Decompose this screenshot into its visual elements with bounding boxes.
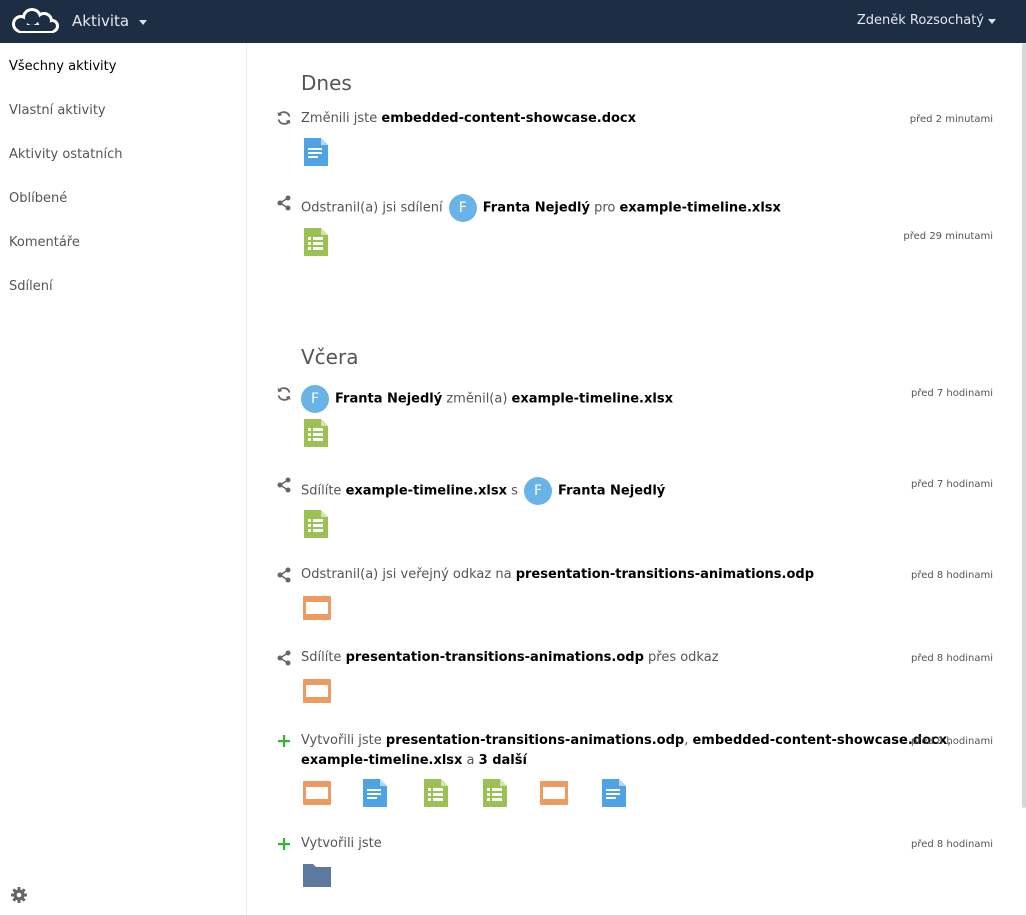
activity-timestamp: před 29 minutami xyxy=(903,231,993,242)
activity-timestamp: před 7 hodinami xyxy=(910,388,993,399)
file-link[interactable]: example-timeline.xlsx xyxy=(619,201,780,216)
chevron-down-icon xyxy=(139,19,148,25)
activity-item-text-continued: example-timeline.xlsx a 3 další xyxy=(301,751,527,771)
activity-text-part: přes odkaz xyxy=(643,650,719,665)
file-link[interactable]: embedded-content-showcase.docx xyxy=(692,733,947,748)
activity-timestamp: před 2 minutami xyxy=(909,114,993,125)
gear-icon[interactable] xyxy=(10,886,28,904)
plus-icon xyxy=(276,836,292,852)
activity-item-text: Vytvořili jste presentation-transitions-… xyxy=(301,731,951,751)
app-menu-button[interactable]: Aktivita xyxy=(72,12,148,30)
activity-text-part: Vytvořili jste xyxy=(301,836,382,851)
plus-icon xyxy=(276,733,292,749)
document-file-icon[interactable] xyxy=(602,779,630,807)
share-icon xyxy=(276,650,292,666)
chevron-down-icon xyxy=(988,19,996,24)
file-link[interactable]: example-timeline.xlsx xyxy=(512,392,673,407)
activity-item-text: Sdílíte example-timeline.xlsx s F Franta … xyxy=(301,477,665,505)
sync-icon xyxy=(276,386,292,402)
cloud-logo-icon[interactable] xyxy=(8,7,60,35)
avatar[interactable]: F xyxy=(524,477,553,505)
activity-item-text: Změnili jste embedded-content-showcase.d… xyxy=(301,109,636,129)
sidebar-item-others-activities[interactable]: Aktivity ostatních xyxy=(9,147,122,162)
share-icon xyxy=(276,477,292,493)
user-link[interactable]: Franta Nejedlý xyxy=(558,484,665,499)
activity-item-text: Sdílíte presentation-transitions-animati… xyxy=(301,648,719,668)
activity-text-part: Sdílíte xyxy=(301,650,346,665)
activity-timestamp: před 8 hodinami xyxy=(910,653,993,664)
avatar[interactable]: F xyxy=(301,385,329,413)
presentation-file-icon[interactable] xyxy=(303,679,331,707)
app-name-label: Aktivita xyxy=(72,12,130,30)
activity-stream: Dnes Změnili jste embedded-content-showc… xyxy=(247,43,1026,915)
presentation-file-icon[interactable] xyxy=(303,781,331,809)
top-header: Aktivita Zdeněk Rozsochatý xyxy=(0,0,1026,43)
avatar[interactable]: F xyxy=(448,194,477,222)
spreadsheet-file-icon[interactable] xyxy=(304,228,332,256)
activity-item-text: Odstranil(a) jsi veřejný odkaz na presen… xyxy=(301,565,814,585)
sidebar-item-comments[interactable]: Komentáře xyxy=(9,235,80,250)
file-link[interactable]: presentation-transitions-animations.odp xyxy=(386,733,684,748)
presentation-file-icon[interactable] xyxy=(540,781,568,809)
activity-text-part: Odstranil(a) jsi sdílení xyxy=(301,200,447,216)
activity-text-part: Odstranil(a) jsi veřejný odkaz na xyxy=(301,567,516,582)
activity-text-part: Vytvořili jste xyxy=(301,733,386,748)
file-link[interactable]: presentation-transitions-animations.odp xyxy=(516,567,814,582)
user-link[interactable]: Franta Nejedlý xyxy=(483,201,590,216)
activity-item-text: Vytvořili jste xyxy=(301,834,382,854)
activity-timestamp: před 8 hodinami xyxy=(910,570,993,581)
activity-timestamp: před 8 hodinami xyxy=(910,839,993,850)
sidebar-item-sharing[interactable]: Sdílení xyxy=(9,279,53,294)
activity-text-part: Změnili jste xyxy=(301,111,382,126)
spreadsheet-file-icon[interactable] xyxy=(483,779,511,807)
user-menu-button[interactable]: Zdeněk Rozsochatý xyxy=(857,13,996,28)
activity-text-part: s xyxy=(507,483,523,499)
section-title-today: Dnes xyxy=(301,71,352,95)
user-name-label: Zdeněk Rozsochatý xyxy=(856,13,984,28)
spreadsheet-file-icon[interactable] xyxy=(424,779,452,807)
share-icon xyxy=(276,567,292,583)
sidebar-nav: Všechny aktivity Vlastní aktivity Aktivi… xyxy=(0,43,247,915)
activity-timestamp: před 7 hodinami xyxy=(910,479,993,490)
activity-item-text: F Franta Nejedlý změnil(a) example-timeli… xyxy=(301,385,673,413)
file-link[interactable]: presentation-transitions-animations.odp xyxy=(346,650,644,665)
share-icon xyxy=(276,195,292,211)
activity-timestamp: před 8 hodinami xyxy=(910,736,993,747)
activity-text-part: a xyxy=(462,753,479,768)
file-link[interactable]: example-timeline.xlsx xyxy=(301,753,462,768)
sync-icon xyxy=(276,110,292,126)
more-files-link[interactable]: 3 další xyxy=(479,753,527,768)
document-file-icon[interactable] xyxy=(363,779,391,807)
file-link[interactable]: embedded-content-showcase.docx xyxy=(381,111,636,126)
activity-text-part: změnil(a) xyxy=(442,391,512,407)
activity-item-text: Odstranil(a) jsi sdílení F Franta Nejedlý… xyxy=(301,194,781,222)
folder-icon[interactable] xyxy=(303,863,331,891)
sidebar-item-favorites[interactable]: Oblíbené xyxy=(9,191,67,206)
file-link[interactable]: example-timeline.xlsx xyxy=(346,484,507,499)
scrollbar[interactable] xyxy=(1022,43,1026,808)
spreadsheet-file-icon[interactable] xyxy=(304,510,332,538)
presentation-file-icon[interactable] xyxy=(303,596,331,624)
section-title-yesterday: Včera xyxy=(301,345,359,369)
activity-text-part: pro xyxy=(589,200,620,216)
document-file-icon[interactable] xyxy=(304,138,332,166)
spreadsheet-file-icon[interactable] xyxy=(304,419,332,447)
sidebar-item-own-activities[interactable]: Vlastní aktivity xyxy=(9,103,106,118)
user-link[interactable]: Franta Nejedlý xyxy=(335,392,442,407)
sidebar-item-all-activities[interactable]: Všechny aktivity xyxy=(9,59,116,74)
activity-text-part: Sdílíte xyxy=(301,483,346,499)
